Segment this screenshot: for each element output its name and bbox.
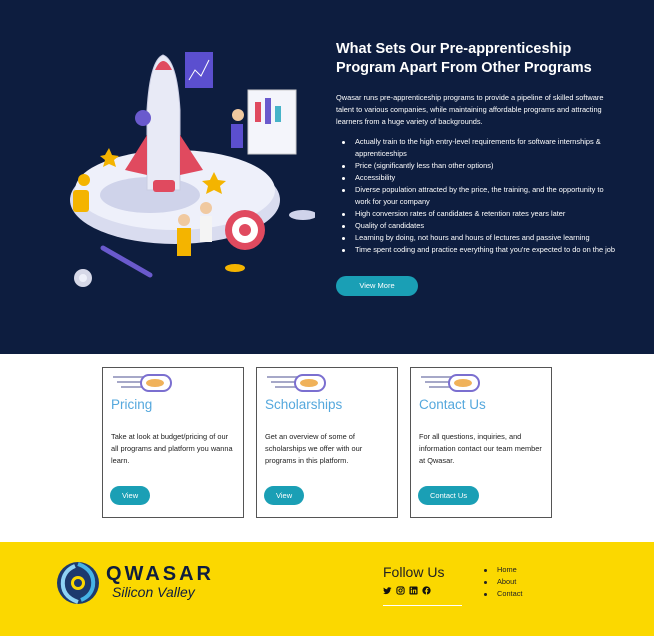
rocket-illustration <box>70 52 315 287</box>
card-description: For all questions, inquiries, and inform… <box>419 432 542 465</box>
list-item: Quality of candidates <box>342 220 616 232</box>
contact-us-button[interactable]: Contact Us <box>418 486 480 505</box>
footer: QWASAR Silicon Valley Follow Us Home Abo… <box>0 542 654 636</box>
list-item: Accessibility <box>342 172 616 184</box>
scholarships-card: Scholarships Get an overview of some of … <box>256 367 398 518</box>
instagram-icon[interactable] <box>396 586 405 595</box>
follow-us-heading: Follow Us <box>383 564 445 580</box>
hero-text: What Sets Our Pre-apprenticeship Program… <box>336 40 616 256</box>
pricing-card: Pricing Take at look at budget/pricing o… <box>102 367 244 518</box>
brand-name: QWASAR <box>106 563 214 585</box>
speed-logo-icon <box>421 374 480 392</box>
footer-divider <box>383 605 462 606</box>
facebook-icon[interactable] <box>422 586 431 595</box>
card-title: Contact Us <box>419 397 486 412</box>
list-item: Diverse population attracted by the pric… <box>342 184 616 208</box>
list-item: Learning by doing, not hours and hours o… <box>342 232 616 244</box>
card-description: Take at look at budget/pricing of our al… <box>111 432 233 465</box>
card-title: Scholarships <box>265 397 343 412</box>
linkedin-icon[interactable] <box>409 586 418 595</box>
hero-section: What Sets Our Pre-apprenticeship Program… <box>0 0 654 354</box>
footer-link-contact[interactable]: Contact <box>484 588 522 600</box>
card-title: Pricing <box>111 397 153 412</box>
pricing-view-button[interactable]: View <box>110 486 151 505</box>
qwasar-logo-icon[interactable] <box>55 560 101 606</box>
contact-card: Contact Us For all questions, inquiries,… <box>410 367 552 518</box>
footer-link-home[interactable]: Home <box>484 564 522 576</box>
hero-title: What Sets Our Pre-apprenticeship Program… <box>336 41 592 76</box>
hero-bullet-list: Actually train to the high entry-level r… <box>336 136 616 256</box>
footer-nav: Home About Contact <box>484 564 522 600</box>
brand-subtitle: Silicon Valley <box>112 584 195 600</box>
scholarships-view-button[interactable]: View <box>264 486 305 505</box>
twitter-icon[interactable] <box>383 586 392 595</box>
list-item: High conversion rates of candidates & re… <box>342 208 616 220</box>
speed-logo-icon <box>113 374 172 392</box>
footer-link-about[interactable]: About <box>484 576 522 588</box>
list-item: Price (significantly less than other opt… <box>342 160 616 172</box>
list-item: Actually train to the high entry-level r… <box>342 136 616 160</box>
speed-logo-icon <box>267 374 326 392</box>
card-description: Get an overview of some of scholarships … <box>265 432 363 465</box>
view-more-button[interactable]: View More <box>336 276 418 296</box>
list-item: Time spent coding and practice everythin… <box>342 244 616 256</box>
hero-intro: Qwasar runs pre-apprenticeship programs … <box>336 93 604 126</box>
social-links <box>383 586 431 595</box>
